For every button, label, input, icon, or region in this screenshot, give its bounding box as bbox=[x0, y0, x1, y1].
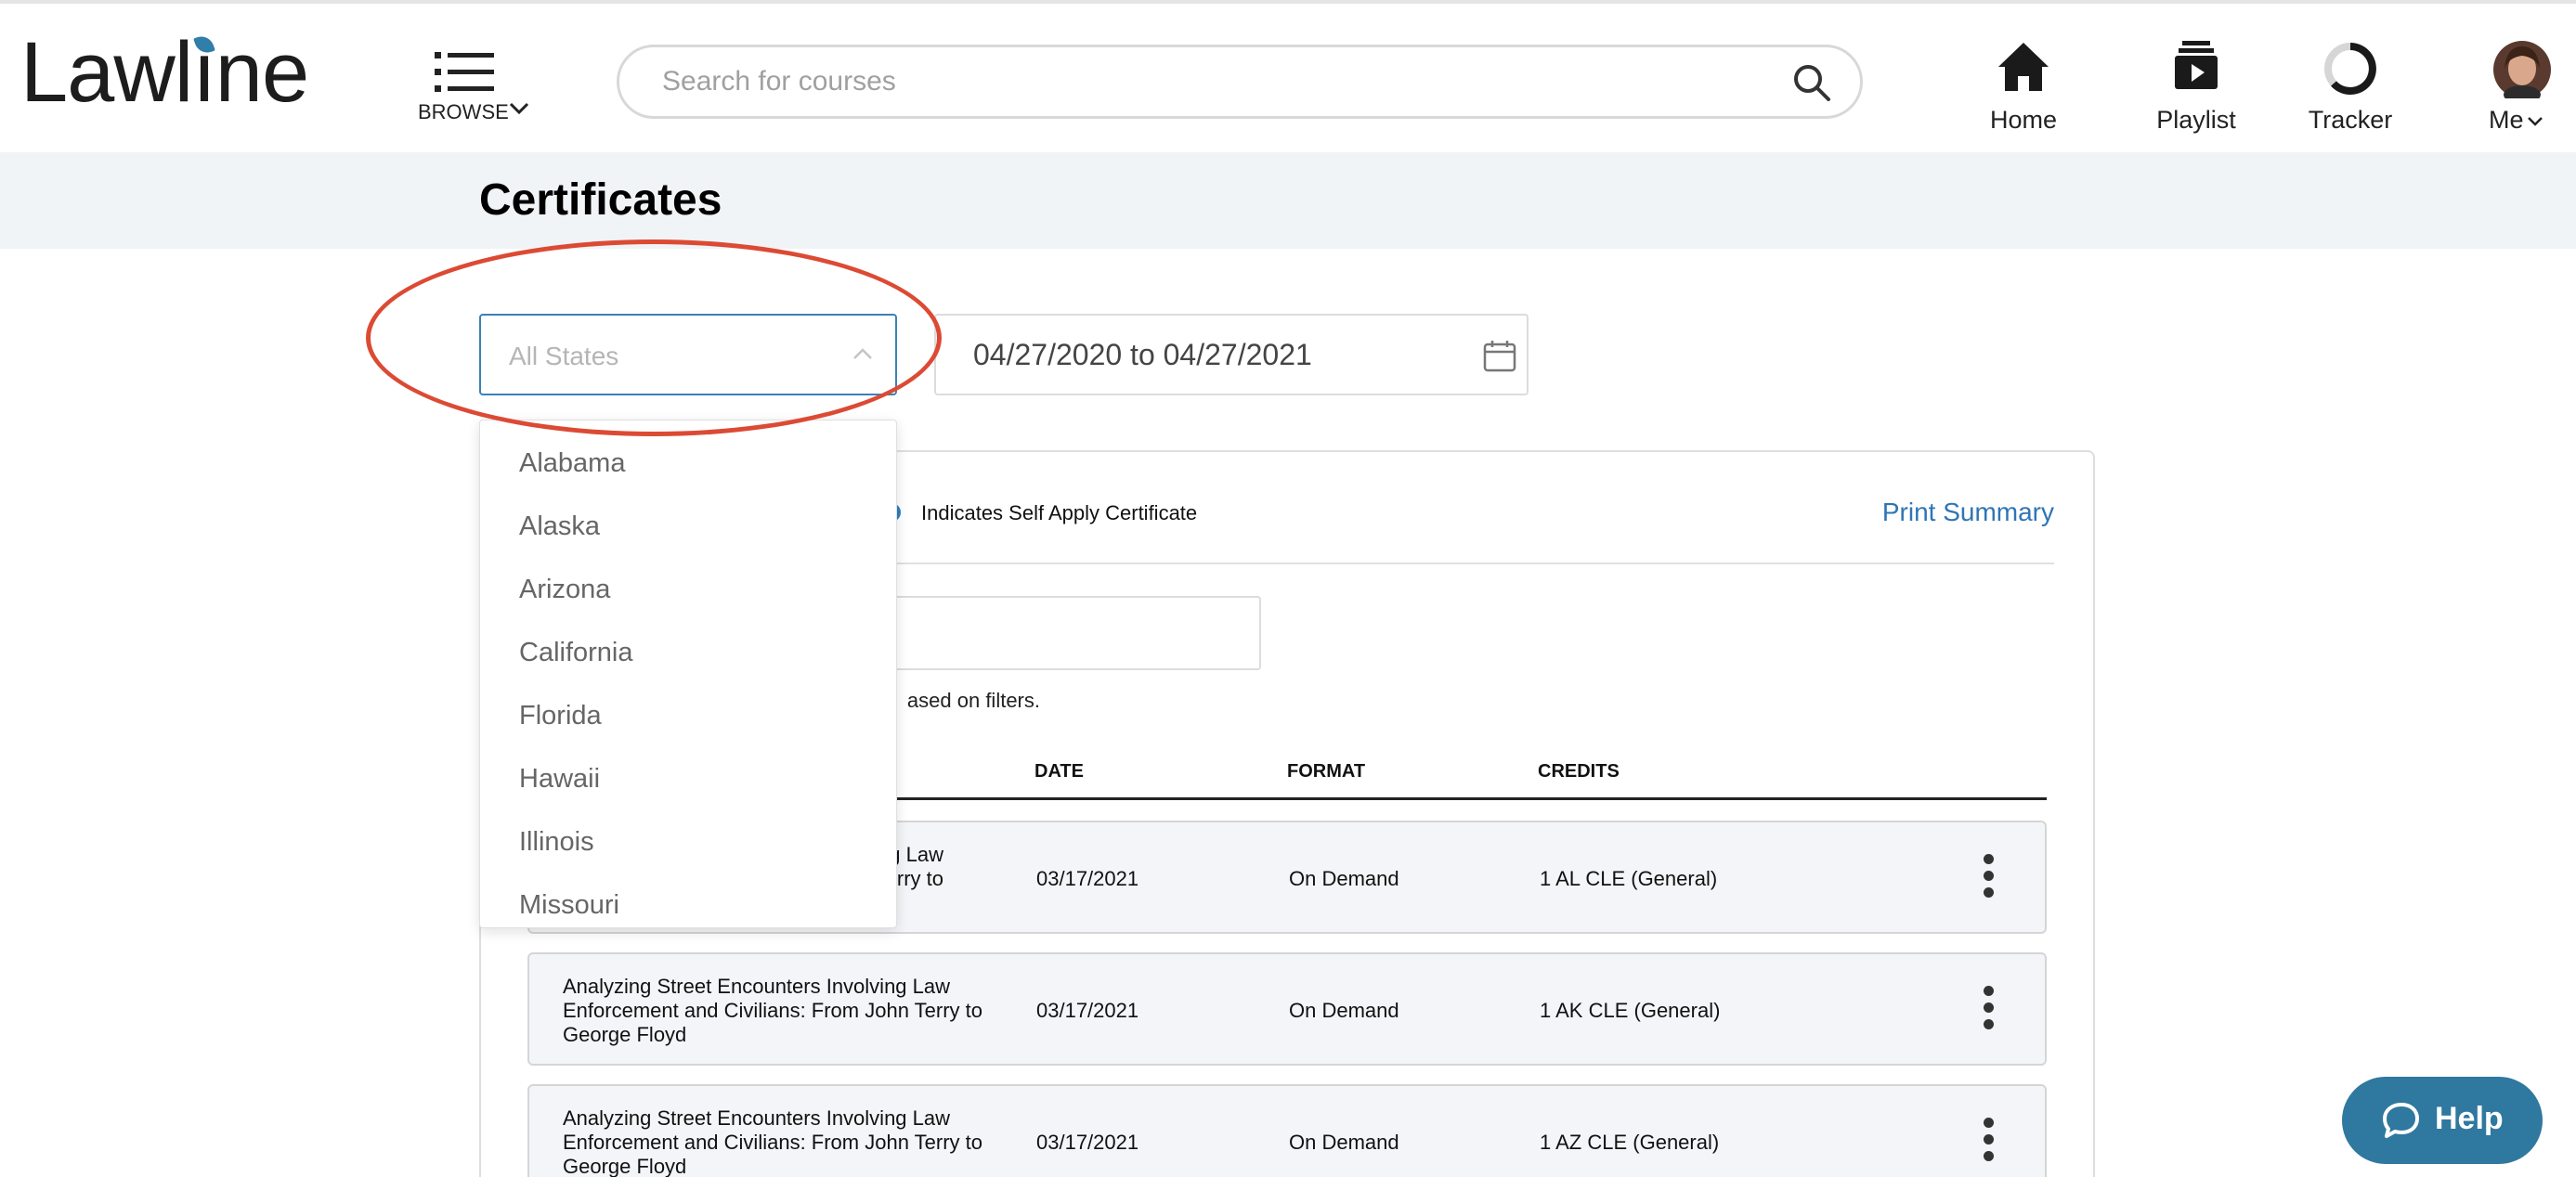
tracker-icon bbox=[2324, 43, 2376, 95]
search-input[interactable] bbox=[662, 58, 1739, 105]
nav-playlist-label: Playlist bbox=[2156, 106, 2236, 134]
course-date: 03/17/2021 bbox=[1036, 999, 1139, 1022]
nav-home-label: Home bbox=[1989, 106, 2058, 134]
search-bar bbox=[617, 45, 1863, 119]
state-option[interactable]: Missouri bbox=[519, 890, 619, 921]
state-option[interactable]: Illinois bbox=[519, 827, 594, 858]
nav-home[interactable]: Home bbox=[1969, 41, 2078, 134]
chat-bubble-icon bbox=[2383, 1103, 2419, 1138]
calendar-icon[interactable] bbox=[1482, 338, 1517, 373]
course-format: On Demand bbox=[1289, 999, 1399, 1022]
nav-me-label: Me bbox=[2489, 106, 2559, 135]
page-title: Certificates bbox=[479, 175, 722, 225]
course-format: On Demand bbox=[1289, 867, 1399, 890]
state-option[interactable]: Hawaii bbox=[519, 764, 600, 795]
more-options-icon[interactable] bbox=[1974, 986, 2002, 1036]
help-button[interactable]: Help bbox=[2342, 1077, 2543, 1164]
help-label: Help bbox=[2435, 1101, 2504, 1136]
home-icon bbox=[1998, 43, 2049, 91]
state-dropdown-menu: Alabama Alaska Arizona California Florid… bbox=[479, 420, 897, 928]
column-credits[interactable]: CREDITS bbox=[1538, 761, 1620, 783]
state-select[interactable]: All States bbox=[479, 314, 897, 395]
course-credits: 1 AZ CLE (General) bbox=[1540, 1131, 1720, 1154]
nav-playlist[interactable]: Playlist bbox=[2136, 41, 2257, 134]
more-options-icon[interactable] bbox=[1974, 854, 2002, 904]
column-date[interactable]: DATE bbox=[1034, 761, 1084, 783]
course-date: 03/17/2021 bbox=[1036, 1131, 1139, 1154]
state-option[interactable]: Alaska bbox=[519, 511, 600, 542]
course-format: On Demand bbox=[1289, 1131, 1399, 1154]
chevron-down-icon bbox=[509, 102, 529, 115]
menu-icon bbox=[435, 52, 494, 92]
date-range-picker[interactable]: 04/27/2020 to 04/27/2021 bbox=[934, 314, 1529, 395]
date-range-value: 04/27/2020 to 04/27/2021 bbox=[973, 338, 1312, 371]
course-title: Analyzing Street Encounters Involving La… bbox=[563, 975, 982, 1046]
state-select-placeholder: All States bbox=[509, 342, 619, 370]
legend-text: Indicates Self Apply Certificate bbox=[921, 501, 1198, 524]
chevron-up-icon bbox=[853, 348, 872, 359]
title-band bbox=[0, 152, 2576, 249]
more-options-icon[interactable] bbox=[1974, 1118, 2002, 1168]
table-row[interactable]: Analyzing Street Encounters Involving La… bbox=[527, 952, 2047, 1066]
browse-menu-button[interactable]: BROWSE bbox=[416, 52, 529, 126]
state-option[interactable]: Alabama bbox=[519, 448, 625, 479]
course-date: 03/17/2021 bbox=[1036, 867, 1139, 890]
browse-label: BROWSE bbox=[418, 100, 509, 123]
course-credits: 1 AL CLE (General) bbox=[1540, 867, 1718, 890]
print-summary-link[interactable]: Print Summary bbox=[1882, 498, 2054, 527]
course-title: Analyzing Street Encounters Involving La… bbox=[563, 1106, 982, 1177]
header: Lawlıne BROWSE Home Playlist bbox=[0, 4, 2576, 152]
lawline-logo[interactable]: Lawlı ne bbox=[20, 30, 309, 115]
state-option[interactable]: Florida bbox=[519, 701, 602, 731]
chevron-down-icon bbox=[2527, 116, 2543, 126]
nav-tracker[interactable]: Tracker bbox=[2299, 41, 2401, 134]
course-credits: 1 AK CLE (General) bbox=[1540, 999, 1721, 1022]
nav-me[interactable]: Me bbox=[2485, 41, 2559, 134]
nav-tracker-label: Tracker bbox=[2308, 106, 2393, 134]
avatar bbox=[2493, 41, 2551, 98]
state-option[interactable]: California bbox=[519, 638, 633, 668]
column-format[interactable]: FORMAT bbox=[1287, 761, 1365, 783]
playlist-icon bbox=[2175, 41, 2218, 89]
table-row[interactable]: Analyzing Street Encounters Involving La… bbox=[527, 1084, 2047, 1177]
state-option[interactable]: Arizona bbox=[519, 575, 610, 605]
search-icon[interactable] bbox=[1791, 62, 1832, 103]
